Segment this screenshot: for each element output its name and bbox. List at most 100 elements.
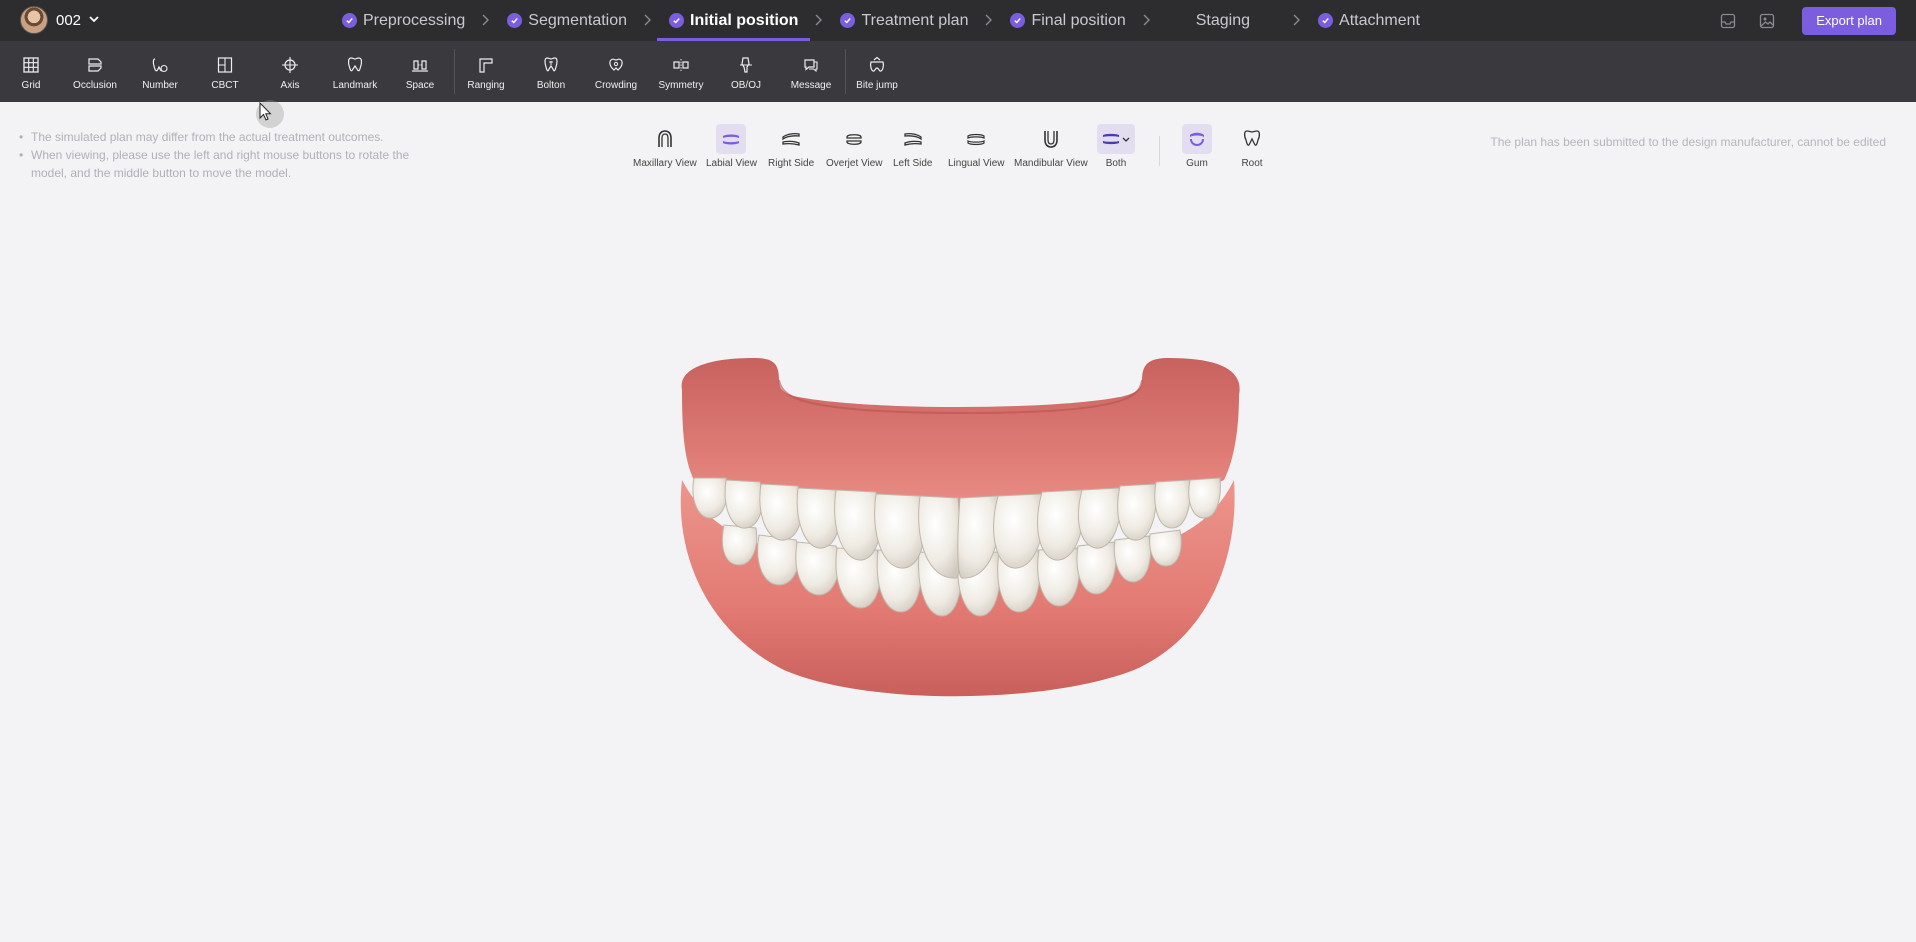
check-icon (840, 13, 856, 28)
step-treatment-plan[interactable]: Treatment plan (840, 0, 968, 41)
tooth-number-icon (152, 58, 168, 73)
cbct-icon (217, 57, 233, 73)
view-label: Both (1105, 158, 1127, 169)
right-side-view-icon (776, 124, 806, 154)
view-right-side[interactable]: Right Side (768, 124, 814, 169)
chevron-right-icon (1142, 13, 1152, 29)
gum-icon (1182, 124, 1212, 154)
tool-label: Axis (280, 80, 300, 91)
tool-label: CBCT (211, 80, 239, 91)
tool-cbct[interactable]: CBCT (195, 41, 255, 102)
view-overjet[interactable]: Overjet View (826, 124, 883, 169)
view-label: Mandibular View (1014, 158, 1088, 169)
tool-label: Occlusion (73, 80, 117, 91)
view-mandibular[interactable]: Mandibular View (1014, 124, 1088, 169)
view-controls: Maxillary View Labial View Right Side Ov… (0, 124, 1916, 174)
view-label: Overjet View (826, 158, 883, 169)
view-labial[interactable]: Labial View (706, 124, 757, 169)
tool-bolton[interactable]: Bolton (521, 41, 581, 102)
step-preprocessing[interactable]: Preprocessing (342, 0, 465, 41)
chevron-right-icon (814, 13, 824, 29)
toggle-gum[interactable]: Gum (1182, 124, 1212, 169)
step-attachment[interactable]: Attachment (1318, 0, 1420, 41)
tool-number[interactable]: Number (130, 41, 190, 102)
view-label: Lingual View (948, 158, 1005, 169)
grid-icon (23, 57, 39, 73)
check-icon (669, 13, 685, 28)
tool-grid[interactable]: Grid (1, 41, 61, 102)
lingual-view-icon (961, 124, 991, 154)
view-label: Labial View (706, 158, 757, 169)
view-left-side[interactable]: Left Side (893, 124, 932, 169)
view-maxillary[interactable]: Maxillary View (633, 124, 697, 169)
chevron-right-icon (984, 13, 994, 29)
check-icon (1318, 13, 1334, 28)
step-label: Segmentation (528, 11, 628, 29)
chevron-down-icon (89, 14, 99, 26)
left-side-view-icon (898, 124, 928, 154)
root-icon (1237, 124, 1267, 154)
step-segmentation[interactable]: Segmentation (507, 0, 627, 41)
tool-axis[interactable]: Axis (260, 41, 320, 102)
step-label: Attachment (1339, 11, 1420, 29)
step-final-position[interactable]: Final position (1010, 0, 1126, 41)
image-icon[interactable] (1759, 13, 1775, 29)
tool-label: Crowding (594, 80, 638, 91)
overjet-view-icon (839, 124, 869, 154)
tool-label: Bite jump (856, 80, 898, 91)
axis-icon (282, 57, 298, 73)
occlusion-icon (88, 58, 102, 72)
tool-label: Grid (21, 80, 41, 91)
view-both-dropdown[interactable]: Both (1097, 124, 1135, 169)
space-icon (412, 60, 428, 72)
toggle-root[interactable]: Root (1237, 124, 1267, 169)
check-icon (507, 13, 523, 28)
dental-3d-model[interactable] (664, 350, 1254, 710)
tool-label: OB/OJ (730, 80, 761, 91)
bolton-icon (544, 57, 558, 72)
tool-space[interactable]: Space (390, 41, 450, 102)
view-divider (1159, 136, 1160, 166)
tool-crowding[interactable]: Crowding (586, 41, 646, 102)
view-label: Gum (1186, 158, 1208, 169)
step-initial-position[interactable]: Initial position (656, 0, 811, 41)
check-icon (342, 13, 357, 28)
chevron-right-icon (1292, 13, 1302, 29)
read-only-notice: The plan has been submitted to the desig… (1490, 135, 1886, 149)
tool-message[interactable]: Message (781, 41, 841, 102)
tool-label: Message (790, 80, 832, 91)
step-label: Staging (1195, 11, 1251, 29)
mandibular-view-icon (1036, 124, 1066, 154)
patient-name: 002 (56, 11, 82, 29)
bite-jump-icon (870, 56, 884, 72)
header-actions: Export plan (1720, 0, 1916, 41)
view-label: Root (1241, 158, 1263, 169)
view-label: Right Side (768, 158, 815, 169)
inbox-icon[interactable] (1720, 13, 1736, 29)
export-plan-button[interactable]: Export plan (1802, 6, 1896, 35)
chevron-right-icon (481, 13, 491, 29)
tool-ranging[interactable]: Ranging (456, 41, 516, 102)
tool-label: Ranging (467, 80, 505, 91)
tool-symmetry[interactable]: Symmetry (651, 41, 711, 102)
tool-bar: Grid Occlusion Number CBCT Axis Landmark… (0, 41, 1916, 102)
step-label: Initial position (690, 11, 799, 29)
tool-label: Symmetry (658, 80, 704, 91)
check-icon (1010, 13, 1026, 28)
tool-label: Landmark (332, 80, 378, 91)
workflow-steps: Preprocessing Segmentation Initial posit… (342, 0, 1420, 41)
view-label: Left Side (893, 158, 933, 169)
maxillary-view-icon (650, 124, 680, 154)
tool-label: Number (142, 80, 178, 91)
tool-landmark[interactable]: Landmark (325, 41, 385, 102)
step-staging[interactable]: Staging (1196, 0, 1250, 41)
patient-selector[interactable]: 002 (20, 6, 99, 34)
crowding-icon (609, 58, 623, 71)
labial-view-icon (716, 124, 747, 154)
tool-occlusion[interactable]: Occlusion (65, 41, 125, 102)
view-lingual[interactable]: Lingual View (948, 124, 1005, 169)
view-label: Maxillary View (633, 158, 697, 169)
tool-ob-oj[interactable]: OB/OJ (716, 41, 776, 102)
symmetry-icon (673, 59, 689, 71)
tool-bite-jump[interactable]: Bite jump (847, 41, 907, 102)
